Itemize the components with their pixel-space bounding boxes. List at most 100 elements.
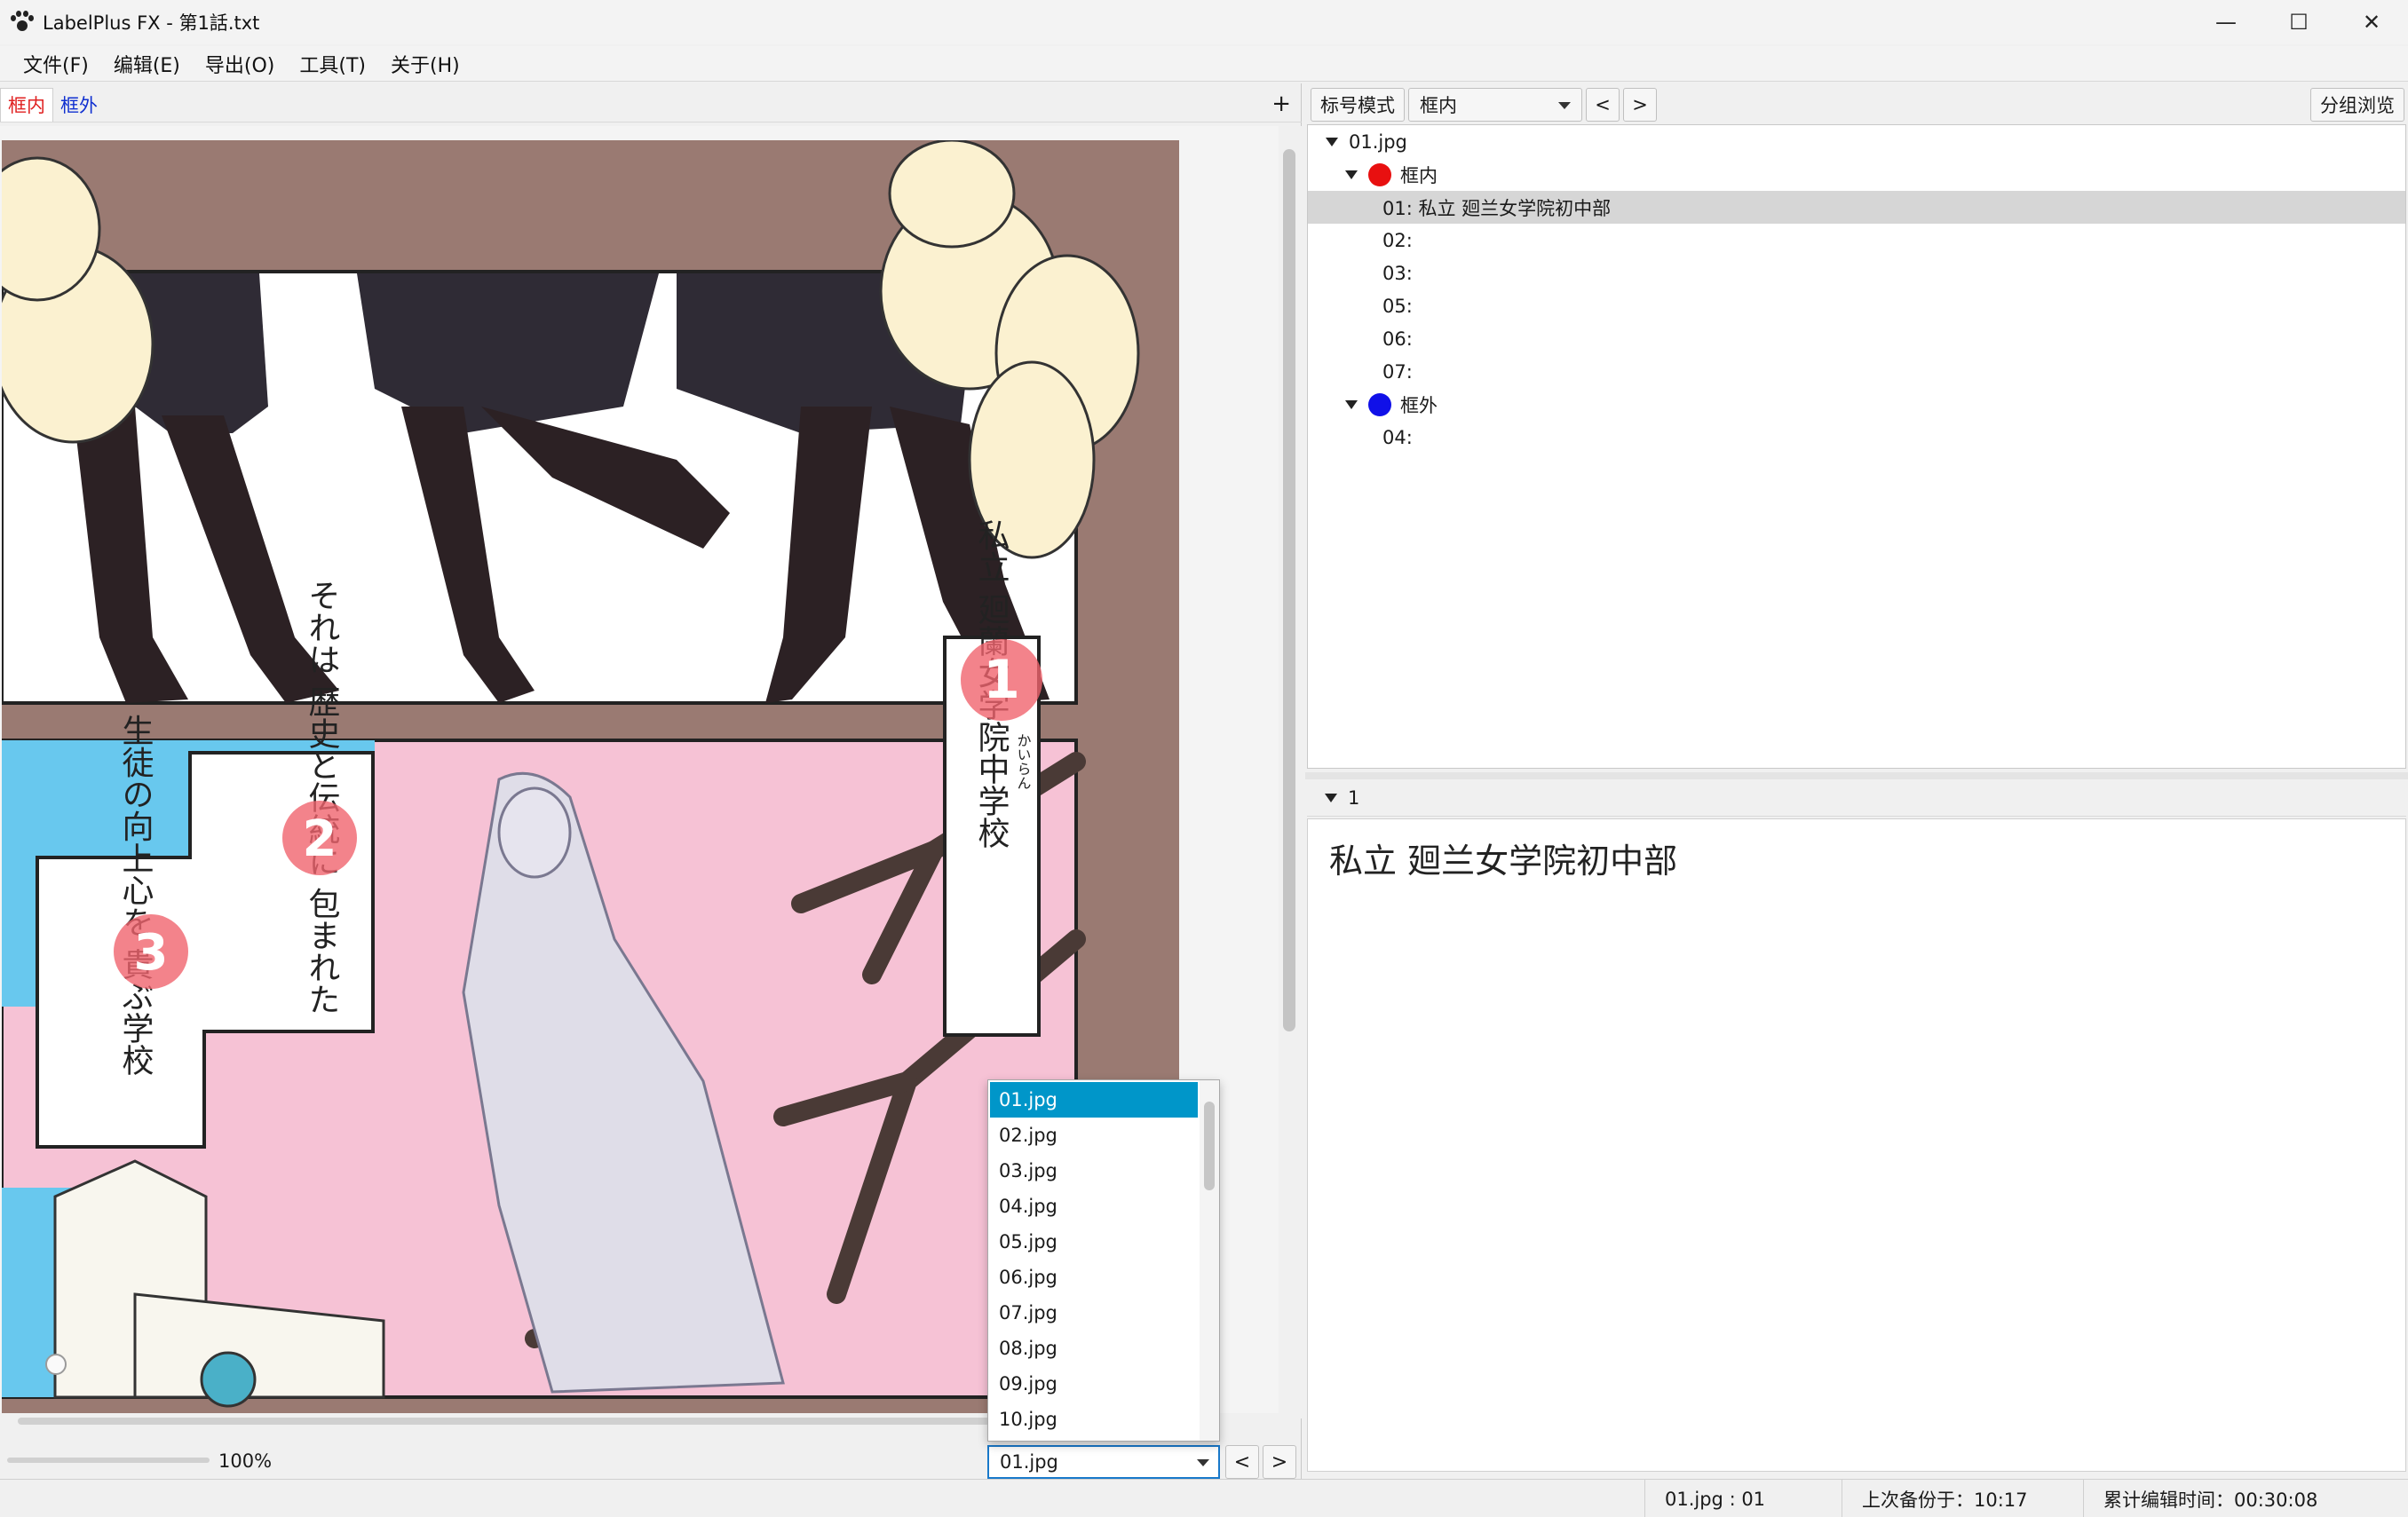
label-marker-1[interactable]: 1 (961, 639, 1042, 721)
label-item-text: 07: (1382, 360, 1413, 383)
tree-label-item[interactable]: 05: (1308, 289, 2405, 322)
chevron-left-icon: < (1595, 94, 1611, 115)
file-option[interactable]: 06.jpg (990, 1260, 1198, 1295)
expand-triangle-icon[interactable] (1326, 137, 1338, 146)
tab-group-inside[interactable]: 框内 (0, 87, 53, 122)
maximize-icon: ☐ (2289, 10, 2309, 35)
title-bar: LabelPlus FX - 第1話.txt — ☐ ✕ (0, 0, 2408, 44)
maximize-button[interactable]: ☐ (2262, 0, 2335, 44)
label-item-text: 02: (1382, 229, 1413, 251)
tree-group-label: 框内 (1400, 164, 1438, 186)
minimize-button[interactable]: — (2190, 0, 2262, 44)
menu-export[interactable]: 导出(O) (193, 50, 287, 78)
button-label: 分组浏览 (2320, 95, 2395, 116)
label-tree: 01.jpg 框内 01: 私立 廻兰女学院初中部 02: 03: 05: 06… (1307, 124, 2406, 769)
svg-text:2: 2 (303, 810, 337, 868)
menu-about[interactable]: 关于(H) (378, 50, 472, 78)
chevron-right-icon: > (1632, 94, 1648, 115)
next-file-button[interactable]: > (1263, 1445, 1296, 1479)
group-select-value: 框内 (1420, 95, 1457, 116)
label-item-text: 03: (1382, 262, 1413, 284)
zoom-level: 100% (218, 1450, 273, 1472)
file-option[interactable]: 10.jpg (990, 1402, 1198, 1437)
chevron-right-icon: > (1271, 1450, 1288, 1474)
label-item-text: 04: (1382, 426, 1413, 448)
label-marker-2[interactable]: 2 (282, 801, 357, 875)
file-option[interactable]: 05.jpg (990, 1224, 1198, 1260)
expand-triangle-icon[interactable] (1345, 399, 1358, 409)
label-text-content: 私立 廻兰女学院初中部 (1329, 841, 1678, 881)
expand-triangle-icon[interactable] (1345, 170, 1358, 179)
menu-file[interactable]: 文件(F) (11, 50, 101, 78)
label-item-text: 06: (1382, 328, 1413, 350)
pane-divider[interactable] (1305, 772, 2408, 779)
svg-text:1: 1 (983, 649, 1020, 711)
file-option[interactable]: 04.jpg (990, 1189, 1198, 1224)
status-backup-text: 上次备份于：10:17 (1862, 1489, 2028, 1511)
collapse-triangle-icon[interactable] (1325, 793, 1337, 802)
label-toolbar: 标号模式 框内 < > 分组浏览 (1305, 85, 2408, 124)
file-select[interactable]: 01.jpg (987, 1445, 1220, 1479)
dropdown-scrollbar[interactable] (1200, 1080, 1219, 1441)
tree-label-item[interactable]: 02: (1308, 224, 2405, 257)
prev-file-button[interactable]: < (1225, 1445, 1259, 1479)
tree-group-inside[interactable]: 框内 (1308, 158, 2405, 191)
selected-label-index: 1 (1348, 786, 1360, 809)
tab-group-outside[interactable]: 框外 (53, 88, 105, 122)
tree-label-item[interactable]: 07: (1308, 355, 2405, 388)
tree-label-item[interactable]: 03: (1308, 257, 2405, 289)
label-text-editor[interactable]: 私立 廻兰女学院初中部 (1307, 818, 2406, 1472)
tab-label: 框外 (60, 94, 98, 116)
svg-text:3: 3 (134, 924, 169, 982)
close-icon: ✕ (2362, 10, 2381, 35)
red-dot-icon (1368, 162, 1391, 186)
status-edit-time-text: 累计编辑时间：00:30:08 (2103, 1489, 2318, 1511)
file-option[interactable]: 09.jpg (990, 1366, 1198, 1402)
label-marker-3[interactable]: 3 (114, 914, 188, 989)
label-mode-button[interactable]: 标号模式 (1311, 88, 1405, 122)
file-option[interactable]: 01.jpg (990, 1082, 1198, 1118)
scroll-thumb[interactable] (1204, 1102, 1215, 1190)
tree-group-outside[interactable]: 框外 (1308, 388, 2405, 421)
blue-dot-icon (1368, 392, 1391, 416)
text-editor-header[interactable]: 1 (1307, 779, 2406, 817)
next-label-button[interactable]: > (1623, 88, 1657, 122)
group-tabs: 框内 框外 + (0, 87, 1302, 122)
minimize-icon: — (2215, 10, 2237, 35)
image-vertical-scrollbar[interactable] (1279, 126, 1302, 1418)
group-select[interactable]: 框内 (1408, 88, 1582, 122)
tree-label-item[interactable]: 01: 私立 廻兰女学院初中部 (1308, 191, 2405, 224)
status-position: 01.jpg : 01 (1644, 1480, 1842, 1517)
zoom-slider-knob[interactable] (44, 1353, 67, 1376)
zoom-slider-track[interactable] (7, 1458, 210, 1463)
label-item-text: 05: (1382, 295, 1413, 317)
file-dropdown-list: 01.jpg 02.jpg 03.jpg 04.jpg 05.jpg 06.jp… (987, 1079, 1220, 1442)
tree-file-node[interactable]: 01.jpg (1308, 125, 2405, 158)
tree-file-label: 01.jpg (1349, 130, 1407, 153)
close-button[interactable]: ✕ (2335, 0, 2408, 44)
chevron-down-icon (1197, 1459, 1209, 1466)
image-text-ruby: かいらん (1015, 733, 1032, 790)
file-option[interactable]: 02.jpg (990, 1118, 1198, 1153)
tab-label: 框内 (8, 95, 45, 116)
file-option[interactable]: 07.jpg (990, 1295, 1198, 1331)
menu-tools[interactable]: 工具(T) (287, 50, 378, 78)
image-text-box2: それは 歴史と伝統に 包まれた (304, 580, 340, 1015)
group-view-button[interactable]: 分组浏览 (2310, 88, 2404, 122)
tree-label-item[interactable]: 06: (1308, 322, 2405, 355)
scroll-thumb[interactable] (1283, 149, 1295, 1031)
label-pane: 标号模式 框内 < > 分组浏览 01.jpg 框内 01: 私立 廻兰女学院初… (1305, 83, 2408, 1479)
file-select-value: 01.jpg (1000, 1451, 1058, 1473)
prev-label-button[interactable]: < (1586, 88, 1620, 122)
add-tab-button[interactable]: + (1271, 91, 1291, 117)
tree-group-label: 框外 (1400, 394, 1438, 416)
label-item-text: 01: 私立 廻兰女学院初中部 (1382, 197, 1612, 219)
window-title: LabelPlus FX - 第1話.txt (43, 12, 260, 34)
image-bottom-bar: 100% 01.jpg < > (0, 1443, 1302, 1482)
menu-edit[interactable]: 编辑(E) (101, 50, 193, 78)
status-bar: 01.jpg : 01 上次备份于：10:17 累计编辑时间：00:30:08 (0, 1479, 2408, 1517)
file-option[interactable]: 03.jpg (990, 1153, 1198, 1189)
file-option[interactable]: 08.jpg (990, 1331, 1198, 1366)
status-position-text: 01.jpg : 01 (1665, 1488, 1766, 1510)
tree-label-item[interactable]: 04: (1308, 421, 2405, 454)
